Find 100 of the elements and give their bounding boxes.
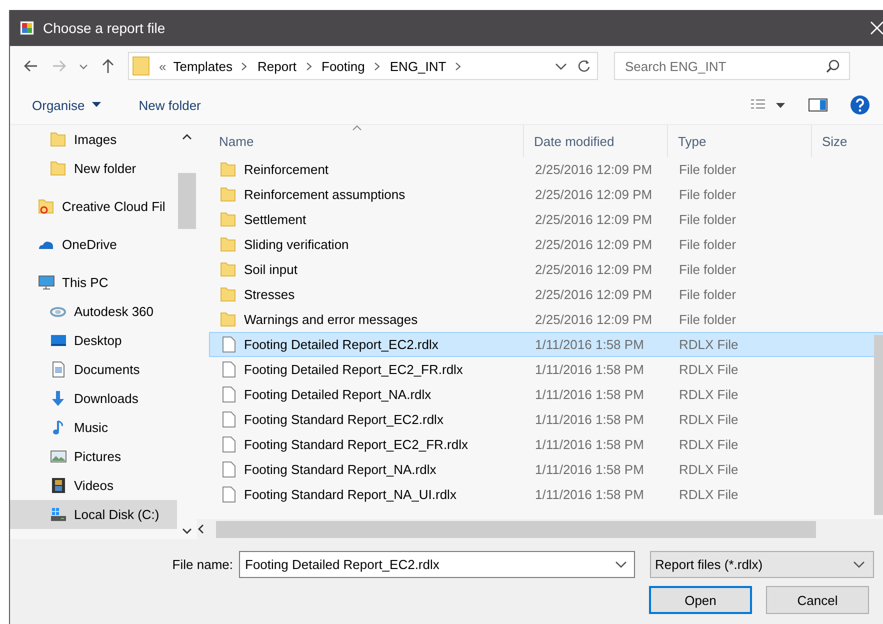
file-row[interactable]: Settlement 2/25/2016 12:09 PM File folder <box>209 207 883 232</box>
date-cell-text: 2/25/2016 12:09 PM <box>534 287 654 302</box>
sidebar-item[interactable]: Pictures <box>10 442 177 471</box>
picture-icon <box>50 448 67 465</box>
caret-icon <box>92 102 101 108</box>
scroll-down-icon[interactable] <box>182 527 192 535</box>
organise-menu-button[interactable]: Organise <box>24 94 109 116</box>
chevron-down-icon[interactable] <box>555 62 567 70</box>
type-cell-text: File folder <box>678 237 738 252</box>
file-name: Footing Detailed Report_EC2_FR.rdlx <box>244 362 463 377</box>
sidebar-item[interactable]: Autodesk 360 <box>10 297 177 326</box>
sidebar-item[interactable]: Downloads <box>10 384 177 413</box>
scrollbar-thumb[interactable] <box>178 173 196 229</box>
date-cell-text: 2/25/2016 12:09 PM <box>534 312 654 327</box>
file-row[interactable]: Reinforcement 2/25/2016 12:09 PM File folder <box>209 157 883 182</box>
new-folder-button[interactable]: New folder <box>130 94 209 116</box>
breadcrumb-item[interactable]: ENG_INT <box>390 58 446 74</box>
folder-icon <box>38 198 55 215</box>
close-icon[interactable] <box>870 21 883 35</box>
back-arrow-icon[interactable] <box>23 58 39 74</box>
file-name: Footing Detailed Report_NA.rdlx <box>244 387 432 402</box>
sidebar-item[interactable]: Documents <box>10 355 177 384</box>
file-icon <box>220 461 237 478</box>
open-button[interactable]: Open <box>649 586 752 614</box>
file-name-field[interactable]: Footing Detailed Report_EC2.rdlx <box>239 551 635 578</box>
file-row[interactable]: Warnings and error messages 2/25/2016 12:09 PM File folder <box>209 307 883 332</box>
app-icon <box>19 20 35 36</box>
chevron-down-icon[interactable] <box>79 62 88 70</box>
column-header[interactable]: Date modified <box>524 125 668 157</box>
date-cell-text: 1/11/2016 1:58 PM <box>534 437 645 452</box>
file-row[interactable]: Sliding verification 2/25/2016 12:09 PM File folder <box>209 232 883 257</box>
file-name: Footing Standard Report_NA.rdlx <box>244 462 436 477</box>
search-icon[interactable] <box>826 59 840 73</box>
folder-icon <box>220 161 237 178</box>
column-header[interactable]: Size <box>812 125 882 157</box>
window-title: Choose a report file <box>43 20 166 36</box>
sidebar-item[interactable]: Music <box>10 413 177 442</box>
scrollbar-thumb[interactable] <box>216 520 816 538</box>
file-row[interactable]: Footing Standard Report_NA_UI.rdlx 1/11/2016 1:58 PM RDLX File <box>209 482 883 507</box>
folder-icon <box>220 261 237 278</box>
sidebar-item[interactable]: Creative Cloud Fil <box>10 192 177 221</box>
file-icon <box>220 436 237 453</box>
chevron-right-icon[interactable] <box>306 62 313 70</box>
folder-icon <box>220 236 237 253</box>
down-arrow-icon <box>50 390 67 407</box>
sidebar-item[interactable]: Desktop <box>10 326 177 355</box>
sidebar-item[interactable]: This PC <box>10 268 177 297</box>
type-cell-text: RDLX File <box>678 487 740 502</box>
folder-icon <box>132 56 150 76</box>
file-row[interactable]: Stresses 2/25/2016 12:09 PM File folder <box>209 282 883 307</box>
file-name: Footing Detailed Report_EC2.rdlx <box>244 337 438 352</box>
file-row[interactable]: Footing Detailed Report_EC2_FR.rdlx 1/11/2016 1:58 PM RDLX File <box>209 357 883 382</box>
breadcrumb-item[interactable]: Templates <box>173 58 232 74</box>
help-icon[interactable] <box>850 95 870 115</box>
file-row[interactable]: Footing Detailed Report_NA.rdlx 1/11/2016 1:58 PM RDLX File <box>209 382 883 407</box>
file-row[interactable]: Footing Standard Report_NA.rdlx 1/11/2016 1:58 PM RDLX File <box>209 457 883 482</box>
type-cell-text: File folder <box>678 312 738 327</box>
file-row[interactable]: Soil input 2/25/2016 12:09 PM File folder <box>209 257 883 282</box>
desktop-icon <box>50 332 67 349</box>
up-arrow-icon[interactable] <box>100 58 116 74</box>
type-cell-text: RDLX File <box>678 337 740 352</box>
breadcrumb-item[interactable]: Footing <box>322 58 365 74</box>
folder-icon <box>220 211 237 228</box>
refresh-icon[interactable] <box>576 58 592 74</box>
file-name: Settlement <box>244 212 306 227</box>
file-row[interactable]: Reinforcement assumptions 2/25/2016 12:09 PM File folder <box>209 182 883 207</box>
date-cell-text: 1/11/2016 1:58 PM <box>534 462 645 477</box>
type-cell-text: File folder <box>678 162 738 177</box>
date-cell-text: 1/11/2016 1:58 PM <box>534 412 645 427</box>
folder-icon <box>50 160 67 177</box>
type-cell-text: File folder <box>678 287 738 302</box>
date-cell-text: 1/11/2016 1:58 PM <box>534 387 645 402</box>
sidebar-item[interactable]: New folder <box>10 154 177 183</box>
file-name: Stresses <box>244 287 295 302</box>
preview-pane-icon[interactable] <box>808 97 828 113</box>
file-row[interactable]: Footing Standard Report_EC2.rdlx 1/11/2016 1:58 PM RDLX File <box>209 407 883 432</box>
chevron-right-icon[interactable] <box>455 62 462 70</box>
file-row[interactable]: Footing Standard Report_EC2_FR.rdlx 1/11/2016 1:58 PM RDLX File <box>209 432 883 457</box>
type-cell-text: File folder <box>678 212 738 227</box>
file-type-dropdown[interactable]: Report files (*.rdlx) <box>650 551 874 578</box>
scroll-up-icon[interactable] <box>182 133 192 141</box>
chevron-right-icon[interactable] <box>374 62 381 70</box>
type-cell-text: RDLX File <box>678 462 740 477</box>
column-header[interactable]: Name <box>209 125 524 157</box>
sidebar-item[interactable]: Local Disk (C:) <box>10 500 177 529</box>
chevron-down-icon[interactable] <box>615 561 627 569</box>
sidebar-item[interactable]: Images <box>10 125 177 154</box>
cancel-button[interactable]: Cancel <box>766 586 869 614</box>
sidebar-item[interactable]: OneDrive <box>10 230 177 259</box>
breadcrumb-item[interactable]: Report <box>257 58 297 74</box>
chevron-right-icon[interactable] <box>241 62 248 70</box>
column-header[interactable]: Type <box>668 125 812 157</box>
file-row[interactable]: Footing Detailed Report_EC2.rdlx 1/11/2016 1:58 PM RDLX File <box>209 332 883 357</box>
search-field[interactable]: Search ENG_INT <box>614 52 850 80</box>
sidebar-item[interactable]: Videos <box>10 471 177 500</box>
scroll-left-icon[interactable] <box>197 524 205 534</box>
address-bar[interactable]: « Templates Report Footing ENG_INT <box>128 52 598 80</box>
overflow-chevron[interactable]: « <box>159 58 166 74</box>
file-name: Reinforcement <box>244 162 329 177</box>
file-name: Warnings and error messages <box>244 312 418 327</box>
